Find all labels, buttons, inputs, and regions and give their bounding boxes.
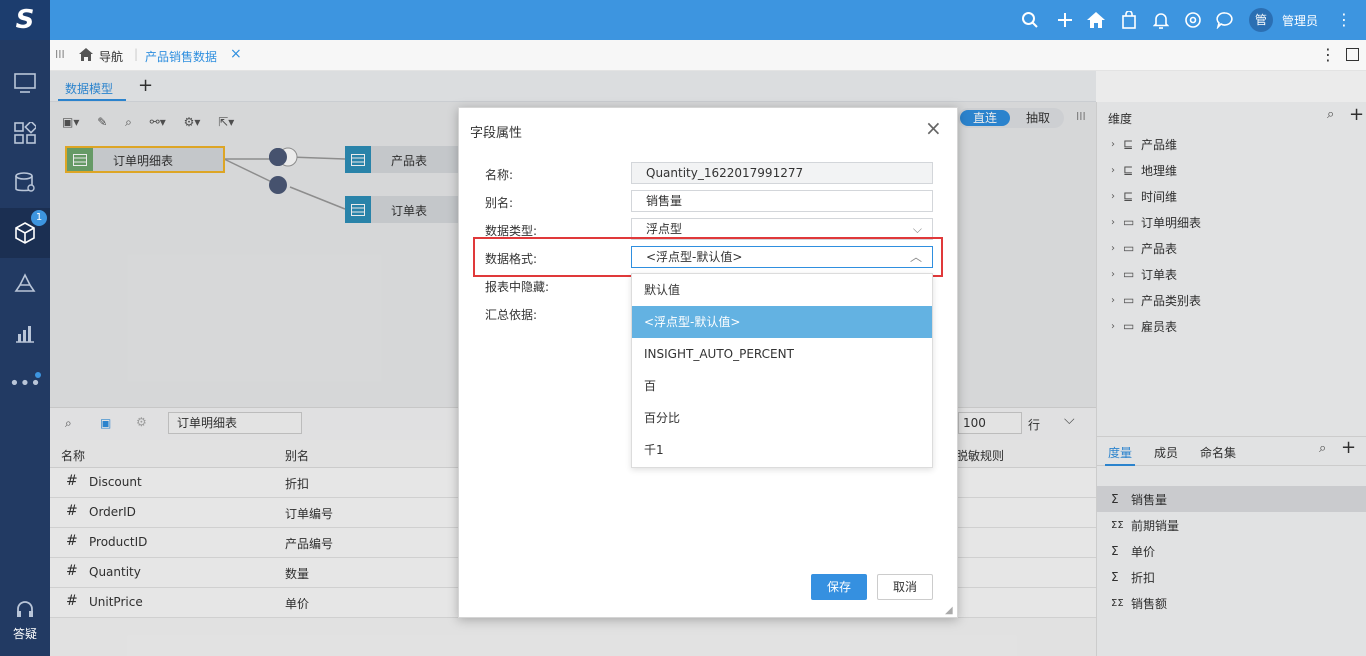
- home-nav-icon[interactable]: [78, 47, 94, 65]
- nav-desktop-icon[interactable]: [0, 58, 50, 108]
- nav-tab[interactable]: 导航: [99, 48, 123, 65]
- format-option[interactable]: 千1: [632, 434, 932, 466]
- chat-icon[interactable]: [1215, 10, 1235, 30]
- alias-field[interactable]: 销售量: [631, 190, 933, 212]
- tab-divider: |: [134, 47, 139, 61]
- chevron-up-icon: ︿: [909, 250, 922, 264]
- tabs-bar: III 导航 | 产品销售数据 × ⋮: [50, 40, 1366, 71]
- chevron-down-icon: ⌵: [912, 222, 922, 236]
- save-button[interactable]: 保存: [811, 574, 867, 600]
- aggregate-label: 汇总依据:: [485, 308, 538, 322]
- logo[interactable]: S: [0, 0, 50, 40]
- notification-badge: 1: [31, 210, 47, 226]
- nav-more-icon[interactable]: •••: [0, 358, 50, 408]
- field-properties-dialog: 字段属性 × 名称: Quantity_1622017991277 别名: 销售…: [458, 107, 958, 618]
- close-icon[interactable]: ×: [925, 116, 942, 140]
- plus-icon[interactable]: [1055, 10, 1075, 30]
- tab-product-sales[interactable]: 产品销售数据: [145, 48, 217, 65]
- dialog-title: 字段属性: [470, 126, 523, 141]
- format-option[interactable]: INSIGHT_AUTO_PERCENT: [632, 338, 932, 370]
- alias-label: 别名:: [485, 196, 514, 210]
- format-option[interactable]: 默认值: [632, 274, 932, 306]
- settings-icon[interactable]: [1183, 10, 1203, 30]
- format-option[interactable]: 百: [632, 370, 932, 402]
- tabs-menu-icon[interactable]: III: [55, 48, 65, 61]
- tab-more-icon[interactable]: ⋮: [1320, 45, 1336, 64]
- hidden-label: 报表中隐藏:: [485, 280, 550, 294]
- close-tab-icon[interactable]: ×: [230, 46, 242, 62]
- format-option-selected[interactable]: <浮点型-默认值>: [632, 306, 932, 338]
- format-option[interactable]: 百分比: [632, 402, 932, 434]
- left-nav: 1 ••• 答疑: [0, 40, 50, 656]
- logo-letter: S: [15, 5, 35, 35]
- headset-icon[interactable]: [0, 595, 50, 625]
- top-bar: 管 管理员 ⋮: [0, 0, 1366, 40]
- cancel-button[interactable]: 取消: [877, 574, 933, 600]
- user-name[interactable]: 管理员: [1282, 12, 1318, 29]
- name-label: 名称:: [485, 168, 514, 182]
- format-value: <浮点型-默认值>: [646, 250, 743, 264]
- format-dropdown: 默认值 <浮点型-默认值> INSIGHT_AUTO_PERCENT 百 百分比…: [631, 273, 933, 468]
- home-icon[interactable]: [1086, 10, 1106, 30]
- format-label: 数据格式:: [485, 252, 538, 266]
- shopping-bag-icon[interactable]: [1119, 10, 1139, 30]
- maximize-icon[interactable]: [1346, 48, 1359, 61]
- type-value: 浮点型: [646, 222, 683, 236]
- resize-handle-icon[interactable]: ◢: [945, 605, 953, 616]
- nav-more-dot: [35, 372, 41, 378]
- name-field: Quantity_1622017991277: [631, 162, 933, 184]
- nav-analysis-icon[interactable]: [0, 308, 50, 358]
- avatar[interactable]: 管: [1249, 8, 1273, 32]
- nav-database-icon[interactable]: [0, 158, 50, 208]
- help-label[interactable]: 答疑: [0, 625, 50, 642]
- bell-icon[interactable]: [1151, 10, 1171, 30]
- search-icon[interactable]: [1020, 10, 1040, 30]
- more-vertical-icon[interactable]: ⋮: [1336, 10, 1352, 30]
- format-select[interactable]: <浮点型-默认值> ︿: [631, 246, 933, 268]
- nav-layers-icon[interactable]: [0, 258, 50, 308]
- nav-widgets-icon[interactable]: [0, 108, 50, 158]
